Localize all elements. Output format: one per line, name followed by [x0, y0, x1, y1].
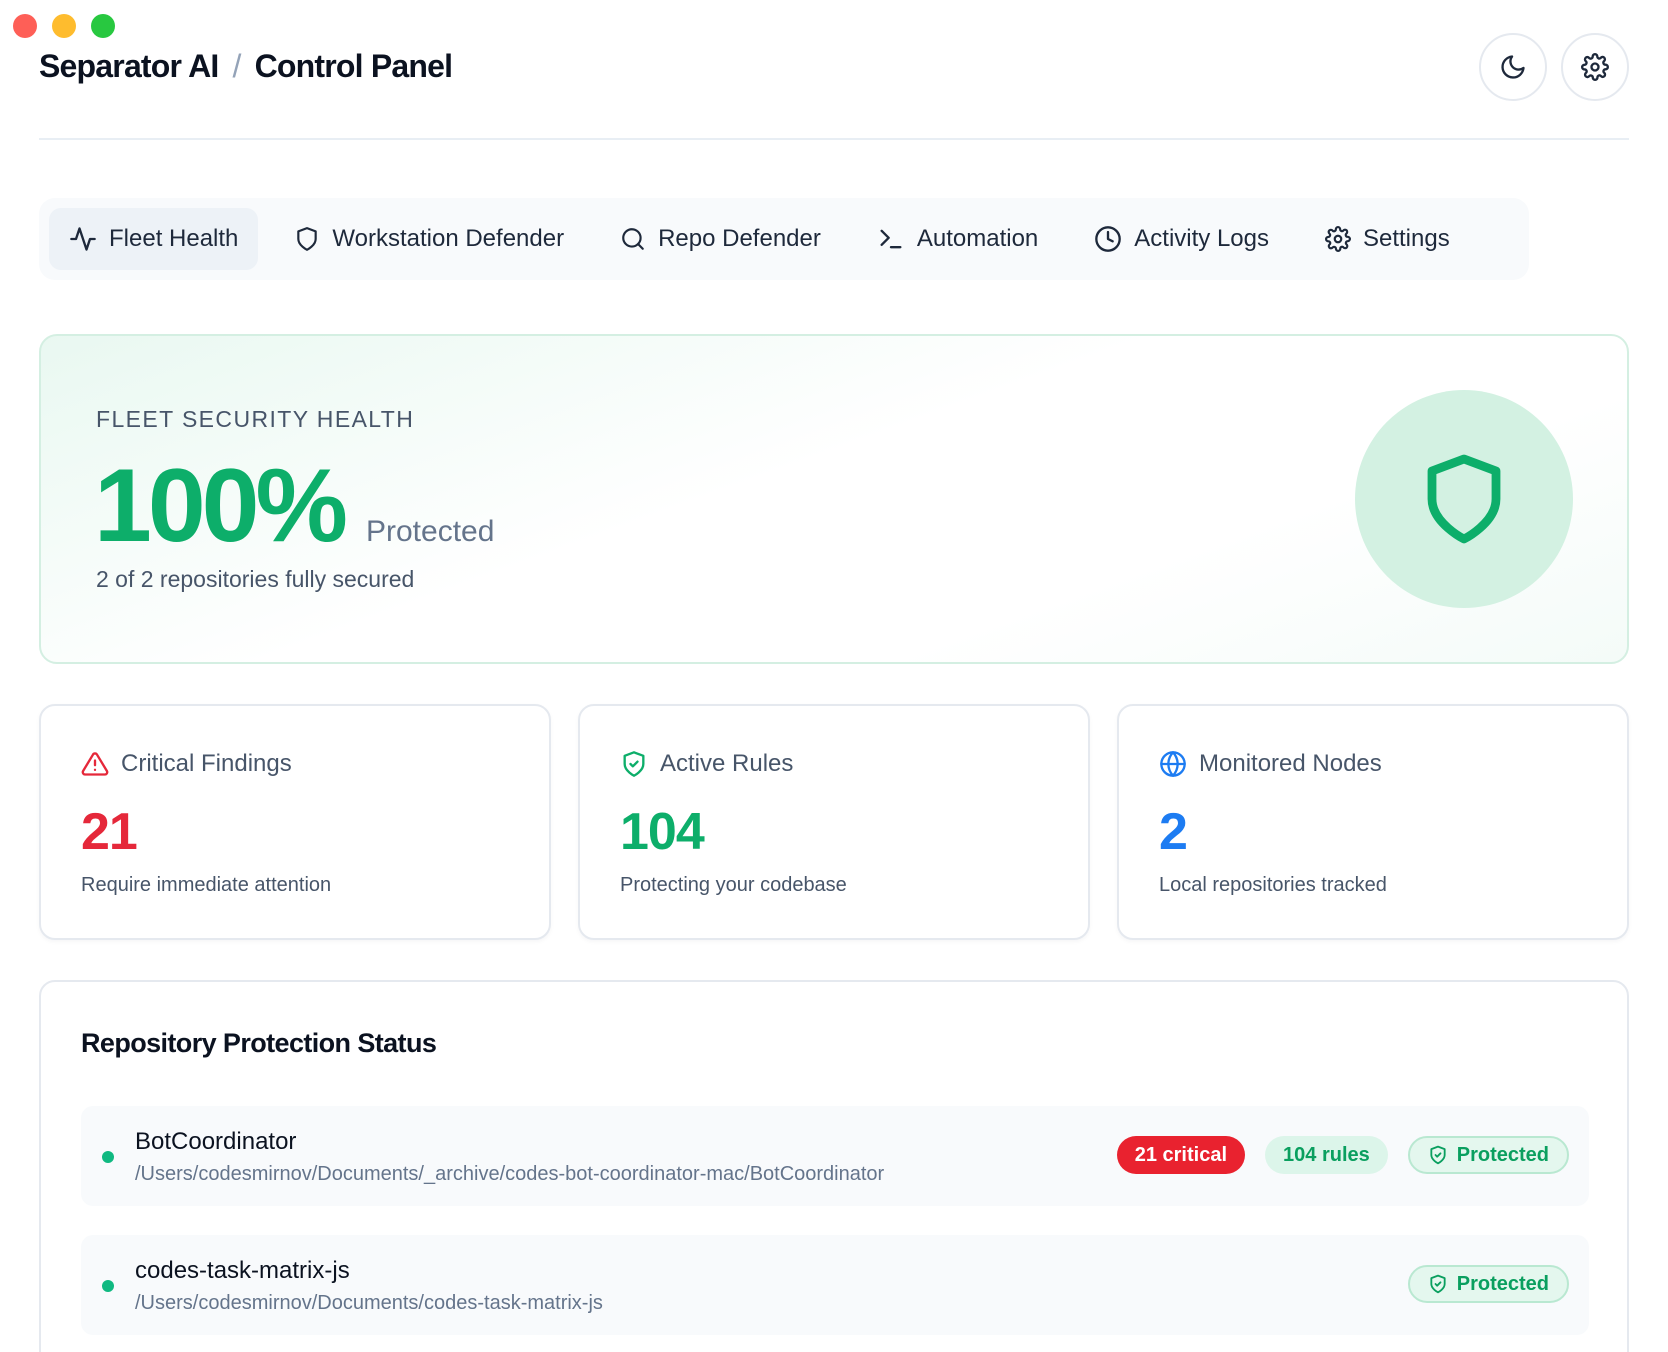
app-header: Separator AI / Control Panel	[39, 33, 1629, 140]
critical-badge: 21 critical	[1116, 1136, 1246, 1174]
active-rules-card[interactable]: Active Rules 104 Protecting your codebas…	[578, 704, 1090, 940]
badge-label: Protected	[1456, 1143, 1549, 1166]
shield-check-icon	[1430, 1274, 1446, 1294]
tab-label: Settings	[1362, 225, 1450, 252]
status-dot	[102, 1280, 114, 1292]
tab-fleet-health[interactable]: Fleet Health	[49, 208, 259, 270]
card-title: Critical Findings	[121, 750, 292, 777]
tab-workstation-defender[interactable]: Workstation Defender	[274, 208, 584, 270]
close-window-button[interactable]	[13, 14, 37, 38]
protected-badge: Protected	[1407, 1136, 1569, 1174]
tab-activity-logs[interactable]: Activity Logs	[1074, 208, 1289, 270]
shield-check-icon	[623, 751, 645, 777]
health-shield-badge	[1355, 390, 1573, 608]
gear-icon	[1325, 226, 1351, 252]
repo-path: /Users/codesmirnov/Documents/_archive/co…	[135, 1163, 885, 1185]
rules-badge: 104 rules	[1265, 1136, 1388, 1174]
tab-automation[interactable]: Automation	[857, 208, 1058, 270]
card-description: Protecting your codebase	[620, 874, 847, 896]
protected-badge: Protected	[1407, 1265, 1569, 1303]
search-icon	[622, 228, 644, 250]
title-separator: /	[232, 48, 242, 84]
monitored-nodes-card[interactable]: Monitored Nodes 2 Local repositories tra…	[1117, 704, 1629, 940]
card-description: Require immediate attention	[81, 874, 332, 896]
fleet-health-score: 100% Protected	[94, 454, 494, 558]
tab-label: Fleet Health	[109, 225, 239, 252]
minimize-window-button[interactable]	[52, 14, 76, 38]
app-name: Separator AI	[39, 48, 219, 84]
maximize-window-button[interactable]	[91, 14, 115, 38]
monitored-nodes-count: 2	[1159, 803, 1188, 861]
tab-label: Activity Logs	[1134, 225, 1269, 252]
section-name: Control Panel	[254, 48, 453, 84]
settings-button[interactable]	[1561, 33, 1629, 101]
shield-icon	[297, 227, 318, 251]
repo-row[interactable]: BotCoordinator /Users/codesmirnov/Docume…	[81, 1106, 1589, 1206]
card-description: Local repositories tracked	[1159, 874, 1387, 896]
card-title: Active Rules	[660, 750, 794, 777]
tab-repo-defender[interactable]: Repo Defender	[600, 208, 841, 270]
tab-label: Workstation Defender	[332, 225, 565, 252]
stats-cards: Critical Findings 21 Require immediate a…	[39, 704, 1629, 940]
activity-icon	[70, 227, 96, 251]
shield-check-icon	[1430, 1145, 1446, 1165]
tab-label: Repo Defender	[658, 225, 821, 252]
repo-path: /Users/codesmirnov/Documents/codes-task-…	[135, 1292, 603, 1314]
window-controls	[13, 14, 115, 38]
terminal-icon	[880, 229, 902, 249]
health-status: Protected	[366, 515, 495, 548]
card-title: Monitored Nodes	[1199, 750, 1382, 777]
repo-name: BotCoordinator	[135, 1128, 297, 1155]
alert-triangle-icon	[81, 752, 109, 776]
health-subtitle: 2 of 2 repositories fully secured	[96, 566, 415, 592]
critical-findings-card[interactable]: Critical Findings 21 Require immediate a…	[39, 704, 551, 940]
shield-icon	[1427, 454, 1501, 544]
main-tabs: Fleet Health Workstation Defender Repo D…	[39, 198, 1529, 280]
repo-name: codes-task-matrix-js	[135, 1257, 350, 1284]
fleet-health-panel: FLEET SECURITY HEALTH 100% Protected 2 o…	[39, 334, 1629, 664]
badge-label: Protected	[1456, 1272, 1549, 1295]
theme-toggle-button[interactable]	[1479, 33, 1547, 101]
page-title: Separator AI / Control Panel	[39, 48, 453, 85]
active-rules-count: 104	[620, 803, 705, 861]
moon-icon	[1501, 55, 1525, 79]
repository-status-panel: Repository Protection Status BotCoordina…	[39, 980, 1629, 1352]
critical-findings-count: 21	[81, 803, 138, 861]
status-dot	[102, 1151, 114, 1163]
gear-icon	[1581, 53, 1609, 81]
health-percentage: 100%	[94, 448, 348, 564]
clock-icon	[1095, 226, 1122, 252]
repo-row[interactable]: codes-task-matrix-js /Users/codesmirnov/…	[81, 1235, 1589, 1335]
section-title: Repository Protection Status	[81, 1028, 437, 1058]
tab-settings[interactable]: Settings	[1305, 208, 1470, 270]
globe-icon	[1160, 751, 1186, 777]
fleet-health-label: FLEET SECURITY HEALTH	[96, 406, 415, 432]
tab-label: Automation	[916, 225, 1039, 252]
